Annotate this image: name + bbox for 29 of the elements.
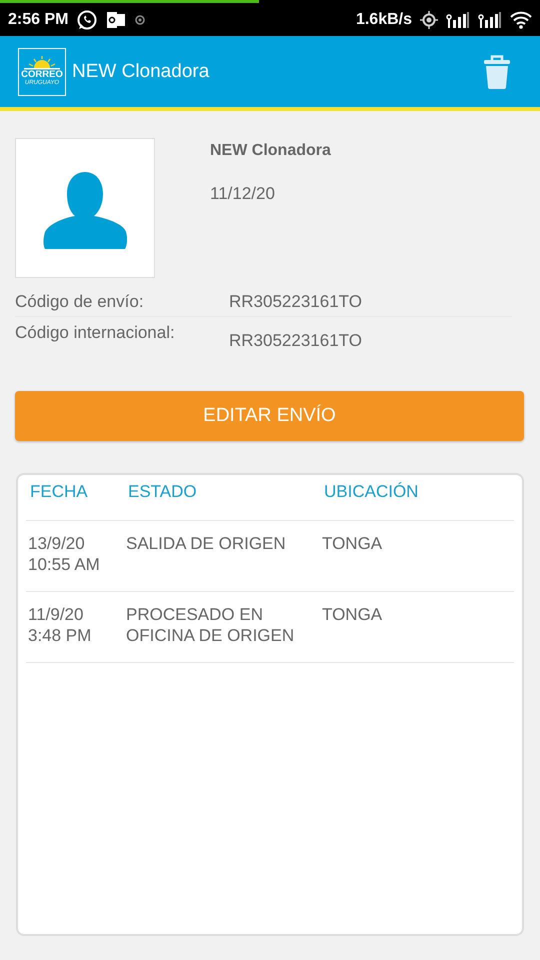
sun-icon [24, 56, 60, 70]
location-icon [134, 14, 146, 26]
code-value: RR305223161TO [229, 292, 362, 312]
shipment-date: 11/12/20 [210, 184, 276, 204]
table-cell-text: SALIDA DE ORIGEN [126, 533, 287, 555]
gps-icon [420, 10, 438, 28]
edit-button[interactable]: EDITAR ENVÍO [15, 391, 524, 441]
app-title: NEW Clonadora [72, 60, 210, 82]
status-time: 2:56 PM [8, 10, 68, 28]
person-icon [43, 172, 127, 250]
code-label: Código internacional: [15, 323, 176, 344]
logo-name: CORREO [21, 70, 63, 80]
column-header: ESTADO [128, 481, 198, 502]
chat-icon [76, 8, 98, 30]
column-header: UBICACIÓN [324, 481, 418, 502]
table-cell-text: TONGA [322, 533, 382, 555]
code-value: RR305223161TO [229, 331, 362, 351]
wifi-icon [510, 10, 532, 28]
signal-icon [478, 10, 502, 28]
table-cell-text: PROCESADO EN OFICINA DE ORIGEN [126, 604, 296, 646]
signal-icon [446, 10, 470, 28]
column-header: FECHA [29, 481, 89, 502]
table-cell-text: TONGA [322, 604, 382, 626]
trash-icon[interactable] [484, 54, 510, 88]
code-label: Código de envío: [15, 292, 145, 312]
network-speed: 1.6kB/s [356, 10, 412, 28]
table-cell-text: 11/9/20 3:48 PM [27, 604, 92, 646]
shipment-name: NEW Clonadora [210, 142, 331, 160]
table-cell-text: 13/9/20 10:55 AM [27, 533, 101, 575]
